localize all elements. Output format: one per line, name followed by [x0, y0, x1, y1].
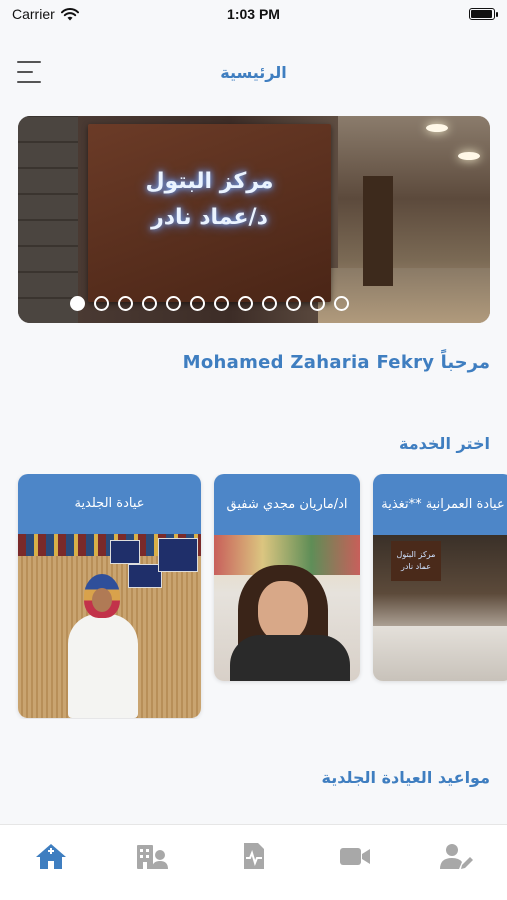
tab-video[interactable] [330, 841, 380, 881]
clinic-sign: مركز البتول عماد نادر [391, 541, 441, 581]
slider-dot[interactable] [69, 296, 85, 311]
clinic-sign-text: مركز البتول د/عماد نادر [98, 164, 321, 236]
app-header: الرئيسية [0, 50, 507, 94]
slider-dot[interactable] [261, 296, 277, 311]
tab-reports[interactable] [228, 841, 278, 881]
menu-icon[interactable] [17, 61, 43, 83]
video-camera-icon [339, 848, 370, 865]
service-card-label: ا‏د/ماريان مجدي شفيق [214, 474, 360, 535]
person-figure [230, 635, 350, 681]
wall-poster [158, 538, 198, 572]
slider-dots [18, 296, 490, 311]
battery-icon [469, 8, 498, 20]
ceiling-light [426, 124, 448, 132]
service-card-nutrition[interactable]: عيادة العمرانية **تغذية مركز البتول عماد… [373, 474, 507, 681]
image-slider[interactable]: مركز البتول د/عماد نادر [18, 116, 490, 323]
service-card-doctor[interactable]: ا‏د/ماريان مجدي شفيق [214, 474, 360, 681]
tab-profile[interactable] [431, 841, 481, 881]
person-figure [68, 614, 138, 718]
welcome-text: مرحباً Mohamed Zaharia Fekry [182, 352, 490, 373]
clinic-doctor-icon [137, 845, 169, 869]
wifi-icon [60, 7, 79, 20]
slider-dot[interactable] [285, 296, 301, 311]
tab-clinics[interactable] [127, 841, 177, 881]
ceiling-light [458, 152, 480, 160]
wall-poster [128, 564, 162, 588]
user-edit-icon [440, 844, 474, 869]
battery-fill [471, 10, 492, 18]
services-carousel[interactable]: عيادة الجلدية ا‏د/ماريان مجدي شفيق عيادة… [0, 474, 507, 719]
page-title: الرئيسية [220, 62, 287, 82]
clinic-sign: مركز البتول د/عماد نادر [88, 124, 331, 302]
service-card-image: مركز البتول عماد نادر [373, 535, 507, 681]
person-face [258, 581, 308, 641]
service-card-label: عيادة الجلدية [18, 474, 201, 534]
slider-dot[interactable] [141, 296, 157, 311]
status-bar: Carrier 1:03 PM [0, 0, 507, 28]
clinic-sign-line1: مركز البتول [145, 169, 274, 194]
reception-desk [373, 626, 507, 681]
slider-dot[interactable] [189, 296, 205, 311]
appointments-title: مواعيد العيادة الجلدية [321, 768, 491, 787]
status-left: Carrier [12, 6, 79, 22]
slider-dot[interactable] [165, 296, 181, 311]
slide-door [363, 176, 393, 286]
home-icon [35, 844, 66, 869]
carrier-label: Carrier [12, 6, 55, 22]
service-card-label: عيادة العمرانية **تغذية [373, 474, 507, 535]
service-card-image [18, 534, 201, 718]
slider-dot[interactable] [237, 296, 253, 311]
slide-wall [18, 116, 78, 323]
slider-dot[interactable] [309, 296, 325, 311]
clinic-sign-line2: د/عماد نادر [151, 205, 268, 230]
slider-dot[interactable] [93, 296, 109, 311]
service-card-dermatology[interactable]: عيادة الجلدية [18, 474, 201, 718]
service-card-image [214, 535, 360, 681]
person-face [92, 588, 112, 612]
tab-bar [0, 824, 507, 900]
slider-dot[interactable] [213, 296, 229, 311]
services-title: اختر الخدمة [399, 434, 490, 453]
wall-poster [110, 540, 140, 564]
slider-dot[interactable] [333, 296, 349, 311]
tab-home[interactable] [26, 841, 76, 881]
medical-report-icon [244, 843, 265, 869]
slider-dot[interactable] [117, 296, 133, 311]
